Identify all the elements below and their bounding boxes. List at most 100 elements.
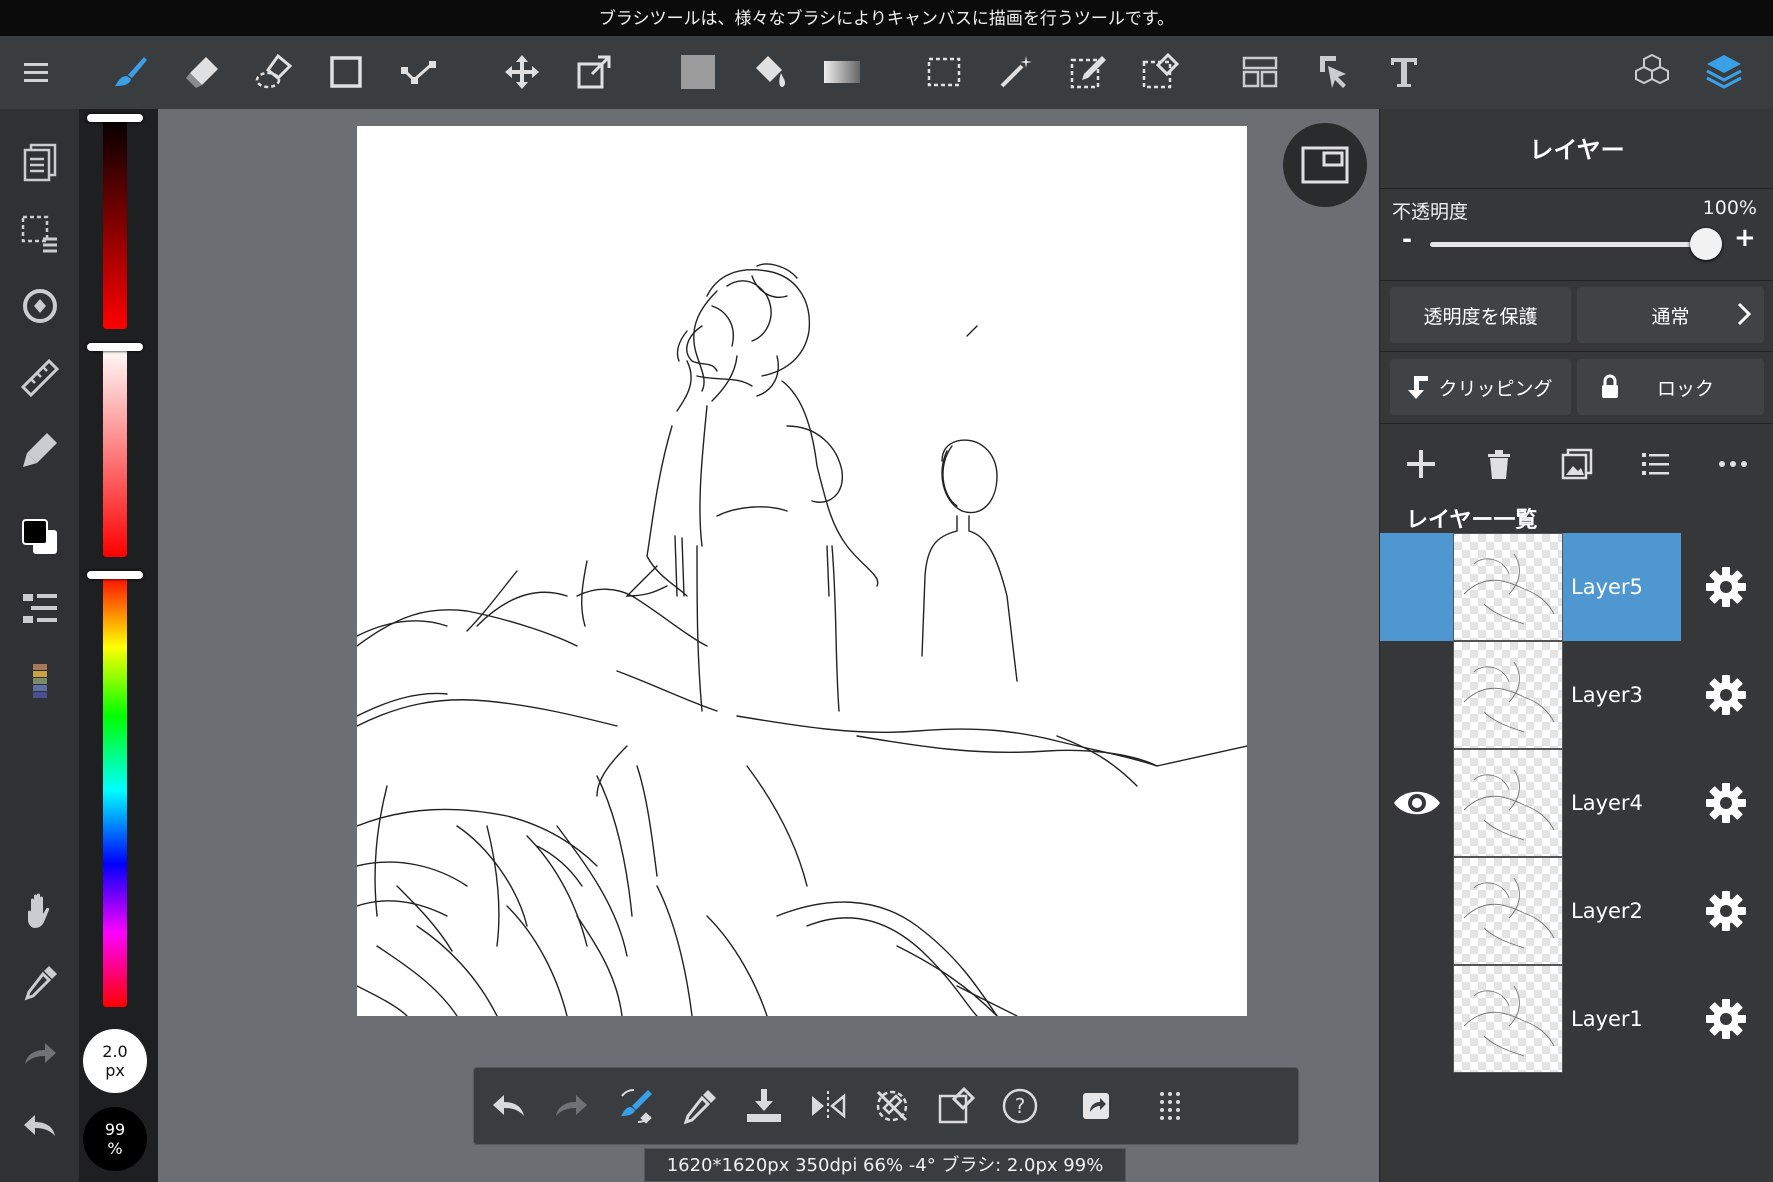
navigator-icon [1301, 146, 1349, 184]
rotate-reset-icon[interactable] [866, 1080, 918, 1132]
gear-icon[interactable] [1700, 993, 1752, 1045]
frame-divider-icon[interactable] [1234, 46, 1286, 98]
more-options-icon[interactable] [1708, 439, 1758, 489]
brush-size-indicator[interactable]: 2.0 px [83, 1029, 147, 1093]
bottom-redo-icon[interactable] [546, 1080, 598, 1132]
brush-opacity-indicator[interactable]: 99 % [83, 1107, 147, 1171]
layer-name: Layer3 [1571, 683, 1643, 707]
ruler-icon[interactable] [12, 350, 68, 406]
delete-layer-icon[interactable] [1474, 439, 1524, 489]
brush-transform-icon[interactable] [610, 1080, 662, 1132]
opacity-increase-button[interactable]: + [1734, 223, 1756, 253]
layer-visibility-toggle[interactable] [1380, 749, 1453, 857]
gradient-tool-icon[interactable] [816, 46, 868, 98]
operation-cursor-icon[interactable] [1306, 46, 1358, 98]
left-tool-column [0, 109, 79, 1182]
redo-icon[interactable] [12, 1027, 68, 1083]
blend-mode-label: 通常 [1651, 305, 1690, 328]
blend-mode-button[interactable]: 通常 [1577, 287, 1764, 343]
edit-selection-icon[interactable] [930, 1080, 982, 1132]
rect-selection-icon[interactable] [918, 46, 970, 98]
gear-icon[interactable] [1700, 885, 1752, 937]
lock-icon [1602, 374, 1618, 398]
clipping-label: クリッピング [1438, 377, 1553, 400]
transform-tool-icon[interactable] [568, 46, 620, 98]
gear-icon[interactable] [1700, 669, 1752, 721]
opacity-decrease-button[interactable]: - [1402, 225, 1412, 253]
color-swatch-pair[interactable] [12, 509, 68, 565]
saturation-slider-handle[interactable] [87, 343, 143, 351]
layer-row[interactable]: Layer3 [1380, 641, 1773, 749]
lock-button[interactable]: ロック [1577, 359, 1764, 415]
layer-row[interactable]: Layer2 [1380, 857, 1773, 965]
layer-visibility-toggle[interactable] [1380, 533, 1453, 641]
palette-icon[interactable] [12, 653, 68, 709]
bucket-tool-icon[interactable] [744, 46, 796, 98]
drawing-canvas[interactable] [356, 126, 1248, 1017]
fill-color-swatch-icon[interactable] [672, 46, 724, 98]
smudge-eraser-icon[interactable] [248, 46, 300, 98]
tool-hint-bar: ブラシツールは、様々なブラシによりキャンバスに描画を行うツールです。 [0, 0, 1773, 36]
layer-visibility-toggle[interactable] [1380, 965, 1453, 1073]
color-slider-column: 2.0 px 99 % [79, 109, 158, 1182]
move-tool-icon[interactable] [496, 46, 548, 98]
layer-row[interactable]: Layer5 [1380, 533, 1773, 641]
magic-wand-icon[interactable] [990, 46, 1042, 98]
selection-layer-icon[interactable] [12, 206, 68, 262]
vector-tool-icon[interactable] [392, 46, 444, 98]
add-layer-icon[interactable] [1396, 439, 1446, 489]
more-grid-icon[interactable] [1144, 1080, 1196, 1132]
layer-opacity-slider-handle[interactable] [1690, 228, 1722, 260]
flip-horizontal-icon[interactable] [802, 1080, 854, 1132]
selection-pen-icon[interactable] [1062, 46, 1114, 98]
add-image-layer-icon[interactable] [1552, 439, 1602, 489]
hue-slider[interactable] [103, 573, 127, 1007]
gear-icon[interactable] [1700, 561, 1752, 613]
layer-list-icon[interactable] [12, 581, 68, 637]
opacity-label: 不透明度 [1392, 201, 1469, 223]
brightness-slider-handle[interactable] [87, 114, 143, 122]
sketch-drawing [356, 263, 1248, 1017]
shape-tool-icon[interactable] [320, 46, 372, 98]
layer-list-menu-icon[interactable] [1630, 439, 1680, 489]
layer-visibility-toggle[interactable] [1380, 857, 1453, 965]
navigator-toggle-button[interactable] [1283, 123, 1367, 207]
menu-icon[interactable] [10, 46, 62, 98]
layer-name: Layer1 [1571, 1007, 1643, 1031]
snap-pen-icon[interactable] [12, 422, 68, 478]
layer-visibility-toggle[interactable] [1380, 641, 1453, 749]
bottom-eyedropper-icon[interactable] [674, 1080, 726, 1132]
bottom-toolbar: ? [473, 1067, 1299, 1145]
layer-opacity-slider[interactable] [1430, 228, 1722, 260]
protect-alpha-button[interactable]: 透明度を保護 [1390, 287, 1571, 343]
layers-panel-icon[interactable] [1698, 46, 1750, 98]
gear-icon[interactable] [1700, 777, 1752, 829]
saturation-slider[interactable] [103, 345, 127, 557]
layer-list-title: レイヤー一覧 [1406, 508, 1538, 533]
undo-icon[interactable] [12, 1099, 68, 1155]
help-icon[interactable]: ? [994, 1080, 1046, 1132]
eyedropper-icon[interactable] [12, 955, 68, 1011]
save-download-icon[interactable] [738, 1080, 790, 1132]
filter-icon[interactable] [12, 278, 68, 334]
brightness-slider[interactable] [103, 117, 127, 329]
layer-thumbnail [1453, 641, 1563, 749]
share-icon[interactable] [1070, 1080, 1122, 1132]
eraser-tool-icon[interactable] [176, 46, 228, 98]
layer-row[interactable]: Layer4 [1380, 749, 1773, 857]
material-cubes-icon[interactable] [1626, 46, 1678, 98]
brush-tool-icon[interactable] [104, 46, 156, 98]
layer-thumbnail [1453, 965, 1563, 1073]
canvas-area: ? 1620*1620px 350dpi 66% -4° ブラシ: 2.0px … [158, 109, 1379, 1182]
layer-thumbnail [1453, 749, 1563, 857]
text-tool-icon[interactable] [1378, 46, 1430, 98]
hand-tool-icon[interactable] [12, 883, 68, 939]
page-icon[interactable] [12, 134, 68, 190]
layer-row[interactable]: Layer1 [1380, 965, 1773, 1073]
clipping-button[interactable]: クリッピング [1390, 359, 1571, 415]
layer-thumbnail [1453, 533, 1563, 641]
hue-slider-handle[interactable] [87, 571, 143, 579]
selection-eraser-icon[interactable] [1134, 46, 1186, 98]
bottom-undo-icon[interactable] [482, 1080, 534, 1132]
layer-thumbnail [1453, 857, 1563, 965]
